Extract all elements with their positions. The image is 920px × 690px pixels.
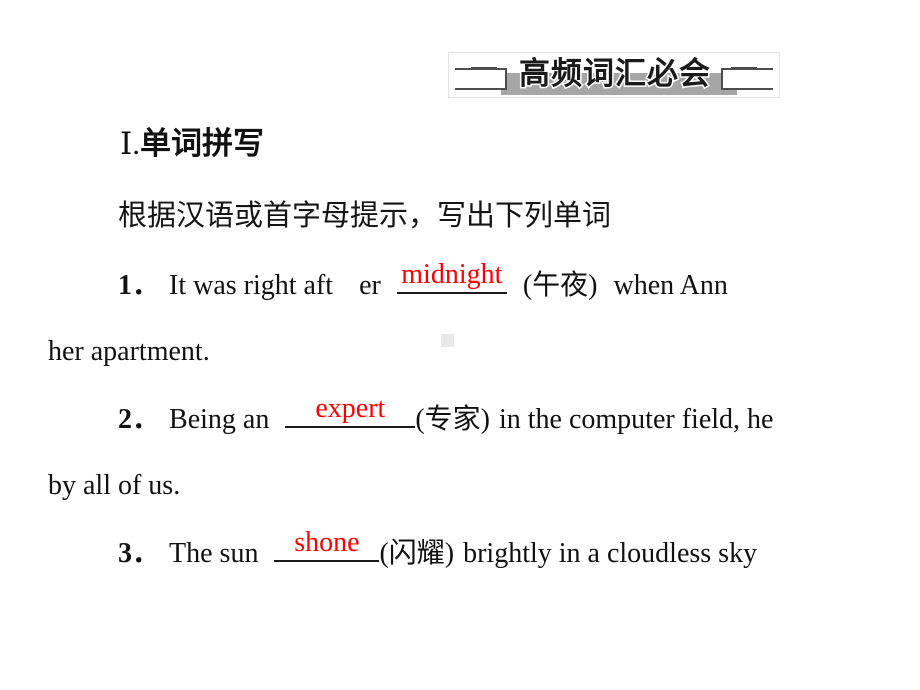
- section-numeral: Ⅰ: [120, 126, 133, 161]
- question-3-answer: shone: [294, 527, 360, 558]
- question-2-blank[interactable]: expert: [285, 393, 416, 428]
- question-1-hint: (午夜): [522, 270, 598, 301]
- question-1-pre-tail: er: [359, 270, 381, 301]
- question-1-post-text: when Ann: [613, 270, 728, 301]
- question-2-line-1: 2． Being an expert (专家) in the computer fiel…: [118, 393, 774, 442]
- question-3-line-1: 3． The sun shone (闪耀) brightly in a cloudles…: [118, 527, 758, 576]
- question-1-blank[interactable]: midnight: [396, 259, 507, 294]
- slide-canvas: 高频词汇必会 Ⅰ.单词拼写 根据汉语或首字母提示，写出下列单词 1． It was…: [0, 0, 920, 690]
- question-2-number-separator: ．: [132, 404, 161, 435]
- question-3-number: 3: [118, 538, 132, 569]
- section-title: Ⅰ.单词拼写: [120, 122, 264, 166]
- section-title-text: 单词拼写: [140, 126, 264, 161]
- question-2-number: 2: [118, 404, 132, 435]
- watermark-artifact: [441, 334, 454, 347]
- section-banner: 高频词汇必会: [448, 52, 780, 98]
- question-3-blank[interactable]: shone: [274, 527, 380, 562]
- section-separator: .: [132, 126, 140, 161]
- question-1-number-separator: ．: [132, 270, 161, 301]
- question-3-hint: (闪耀): [379, 538, 455, 569]
- question-1-number: 1: [118, 270, 132, 301]
- question-3-number-separator: ．: [132, 538, 161, 569]
- banner-title: 高频词汇必会: [518, 55, 712, 93]
- question-1-answer: midnight: [401, 259, 503, 290]
- question-2-post-text: in the computer field, he: [498, 404, 774, 435]
- instruction-text: 根据汉语或首字母提示，写出下列单词: [118, 200, 612, 232]
- question-3-post-text: brightly in a cloudless sky: [463, 538, 758, 569]
- question-2-answer: expert: [315, 393, 386, 424]
- question-3-pre-text: The sun: [169, 538, 259, 569]
- question-1-pre-text: It was right aft: [169, 270, 334, 301]
- question-2-hint: (专家): [415, 404, 490, 435]
- question-2-pre-text: Being an: [169, 404, 270, 435]
- question-1-line-2: her apartment.: [48, 336, 210, 367]
- question-2-line-2: by all of us.: [48, 470, 181, 501]
- question-1-line-1: 1． It was right aft er midnight (午夜) when Ann: [118, 259, 728, 308]
